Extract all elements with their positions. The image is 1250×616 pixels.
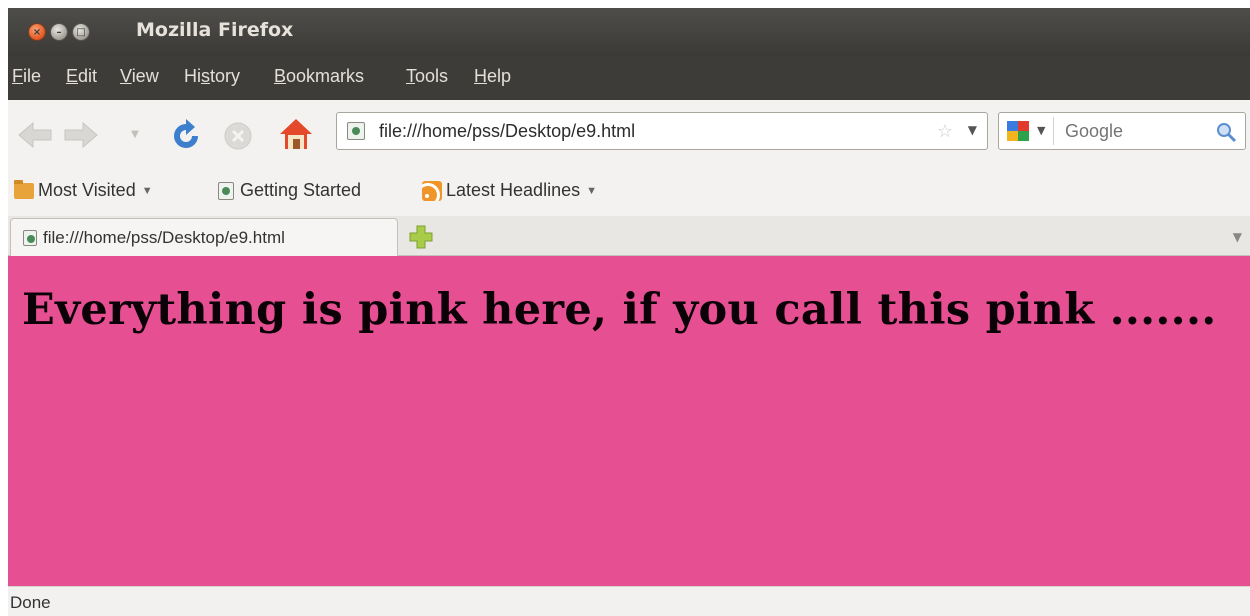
- search-engine-dropdown-icon[interactable]: ▼: [1037, 124, 1045, 137]
- bookmark-star-icon[interactable]: ☆: [937, 121, 953, 142]
- page-icon: [23, 229, 37, 246]
- search-bar[interactable]: ▼: [998, 112, 1246, 150]
- bookmark-label: Latest Headlines: [446, 180, 581, 200]
- menu-bar: File Edit View History Bookmarks Tools H…: [8, 56, 1250, 100]
- bookmark-label: Most Visited: [38, 180, 136, 200]
- minimize-icon: –: [56, 26, 62, 38]
- new-tab-button[interactable]: [408, 224, 434, 250]
- menu-help[interactable]: Help: [474, 66, 511, 87]
- reload-button[interactable]: [166, 116, 206, 156]
- forward-icon: [64, 121, 98, 149]
- search-button[interactable]: [1215, 121, 1237, 147]
- search-separator: [1053, 117, 1054, 145]
- maximize-window-button[interactable]: □: [72, 23, 90, 41]
- page-icon: [218, 181, 234, 200]
- search-engine-icon[interactable]: [1007, 121, 1029, 141]
- bookmark-most-visited[interactable]: Most Visited ▼: [14, 179, 153, 201]
- window-title: Mozilla Firefox: [136, 19, 294, 41]
- status-text: Done: [10, 593, 51, 612]
- page-content: Everything is pink here, if you call thi…: [8, 256, 1250, 586]
- page-heading: Everything is pink here, if you call thi…: [22, 285, 1217, 335]
- plus-icon: [409, 225, 433, 249]
- back-button[interactable]: [16, 118, 56, 152]
- back-icon: [18, 121, 52, 149]
- history-dropdown-icon[interactable]: ▼: [128, 124, 142, 144]
- url-text[interactable]: file:///home/pss/Desktop/e9.html: [379, 121, 635, 142]
- home-icon: [280, 119, 312, 149]
- url-dropdown-icon[interactable]: ▼: [968, 123, 977, 137]
- chevron-down-icon: ▼: [586, 184, 597, 197]
- minimize-window-button[interactable]: –: [50, 23, 68, 41]
- browser-window: × – □ Mozilla Firefox File Edit View His…: [8, 8, 1250, 616]
- close-window-button[interactable]: ×: [28, 23, 46, 41]
- menu-history[interactable]: History: [184, 66, 240, 87]
- menu-file[interactable]: File: [12, 66, 41, 87]
- close-icon: ×: [32, 26, 42, 38]
- tab-label: file:///home/pss/Desktop/e9.html: [43, 227, 285, 247]
- stop-icon: [224, 122, 252, 150]
- site-identity-icon[interactable]: [347, 122, 365, 140]
- bookmark-label: Getting Started: [240, 180, 362, 200]
- reload-icon: [174, 119, 198, 148]
- bookmark-getting-started[interactable]: Getting Started: [218, 180, 361, 201]
- maximize-icon: □: [76, 26, 86, 38]
- menu-view[interactable]: View: [120, 66, 159, 87]
- menu-edit[interactable]: Edit: [66, 66, 97, 87]
- search-input[interactable]: [1065, 121, 1205, 142]
- chevron-down-icon: ▼: [141, 184, 153, 197]
- url-bar[interactable]: file:///home/pss/Desktop/e9.html ☆ ▼: [336, 112, 988, 150]
- status-bar: Done: [8, 586, 1250, 616]
- list-all-tabs-icon[interactable]: ▼: [1233, 230, 1242, 244]
- forward-button[interactable]: [60, 118, 100, 152]
- stop-button[interactable]: [220, 118, 256, 154]
- folder-icon: [14, 179, 34, 199]
- tab-e9-html[interactable]: file:///home/pss/Desktop/e9.html: [10, 218, 398, 256]
- bookmark-latest-headlines[interactable]: Latest Headlines ▼: [422, 180, 597, 201]
- title-bar: × – □ Mozilla Firefox: [8, 8, 1250, 56]
- magnifier-icon: [1217, 123, 1237, 143]
- menu-bookmarks[interactable]: Bookmarks: [274, 66, 364, 87]
- navigation-toolbar: ▼ file:///home/pss/Desktop/e9.html ☆ ▼ ▼…: [8, 100, 1250, 170]
- rss-icon: [422, 180, 442, 201]
- home-button[interactable]: [276, 114, 316, 154]
- bookmarks-toolbar: Most Visited ▼ Getting Started Latest He…: [8, 170, 1250, 216]
- tab-bar: file:///home/pss/Desktop/e9.html ▼: [8, 216, 1250, 256]
- menu-tools[interactable]: Tools: [406, 66, 448, 87]
